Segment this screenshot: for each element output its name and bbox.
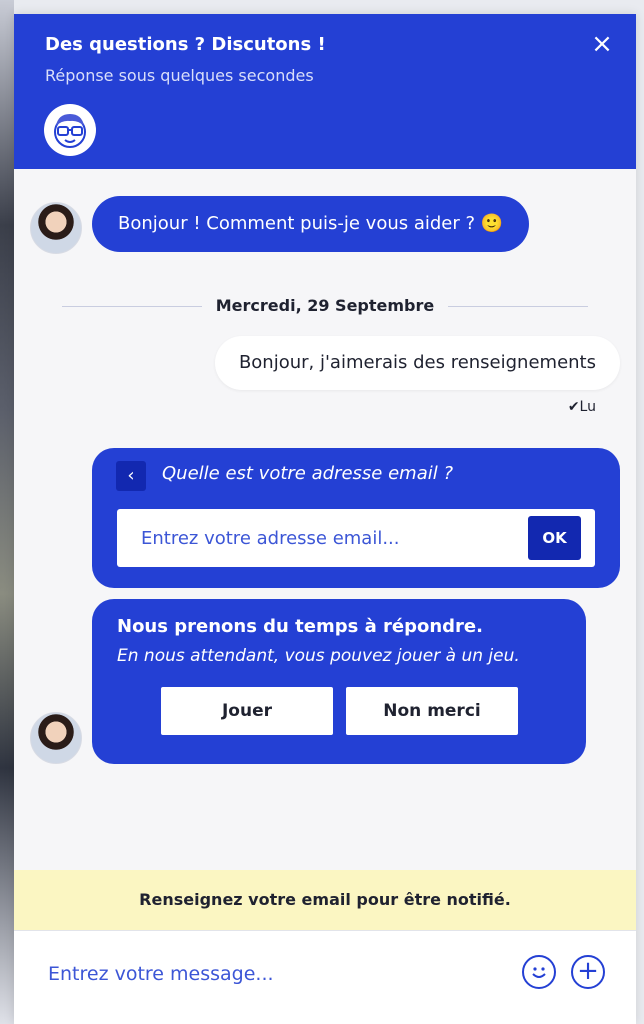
plus-icon[interactable]: +	[571, 955, 605, 989]
game-offer-card: Nous prenons du temps à répondre. En nou…	[92, 599, 586, 764]
message-composer: +	[14, 930, 636, 1024]
header-title: Des questions ? Discutons !	[45, 34, 326, 55]
nerd-face-icon	[54, 114, 86, 148]
email-question: Quelle est votre adresse email ?	[162, 463, 453, 484]
emoji-face-icon	[532, 967, 546, 978]
bot-avatar	[44, 104, 96, 156]
ok-button[interactable]: OK	[528, 516, 581, 560]
email-input[interactable]	[117, 509, 541, 567]
game-card-subtitle: En nous attendant, vous pouvez jouer à u…	[117, 646, 520, 666]
close-icon[interactable]: ×	[590, 31, 614, 57]
chat-header: Des questions ? Discutons ! Réponse sous…	[14, 14, 636, 169]
divider	[448, 306, 588, 307]
play-button[interactable]: Jouer	[161, 687, 333, 735]
user-message-bubble: Bonjour, j'aimerais des renseignements	[214, 336, 620, 390]
agent-avatar	[30, 202, 82, 254]
email-request-card: ‹ Quelle est votre adresse email ? OK	[92, 448, 620, 588]
chevron-left-icon[interactable]: ‹	[116, 461, 146, 491]
smiley-icon[interactable]	[522, 955, 556, 989]
email-notice-banner: Renseignez votre email pour être notifié…	[14, 870, 636, 930]
game-card-title: Nous prenons du temps à répondre.	[117, 616, 483, 637]
background-photo-edge	[0, 0, 14, 1024]
agent-avatar	[30, 712, 82, 764]
header-subtitle: Réponse sous quelques secondes	[45, 66, 314, 85]
email-field-container: OK	[117, 509, 595, 567]
agent-greeting-bubble: Bonjour ! Comment puis-je vous aider ? 🙂	[92, 196, 530, 252]
no-thanks-button[interactable]: Non merci	[346, 687, 518, 735]
date-separator: Mercredi, 29 Septembre	[62, 296, 588, 316]
chat-widget: Des questions ? Discutons ! Réponse sous…	[14, 14, 636, 1024]
message-input[interactable]	[46, 953, 490, 995]
read-receipt: ✔Lu	[567, 399, 596, 415]
